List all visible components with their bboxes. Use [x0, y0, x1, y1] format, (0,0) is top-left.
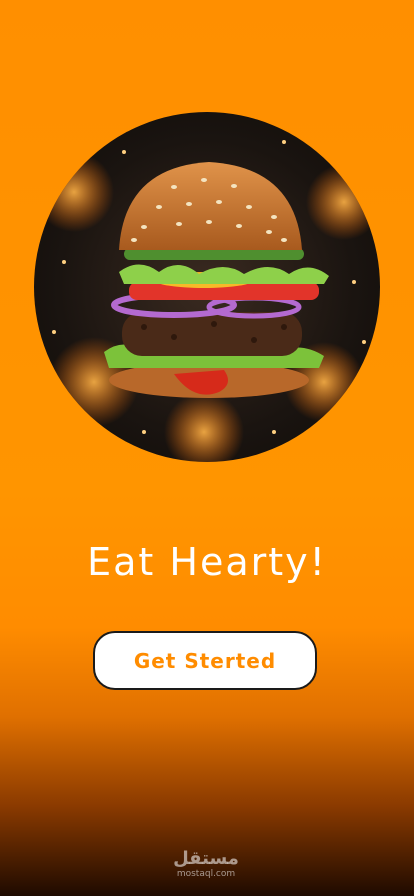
watermark: مستقل mostaql.com [170, 850, 242, 879]
watermark-domain: mostaql.com [176, 869, 236, 879]
get-started-button[interactable]: Get Sterted [93, 631, 317, 690]
burger-illustration [34, 140, 380, 462]
page-title: Eat Hearty! [87, 540, 327, 584]
watermark-logo: مستقل [173, 848, 239, 869]
hero-burger-image [34, 112, 380, 462]
